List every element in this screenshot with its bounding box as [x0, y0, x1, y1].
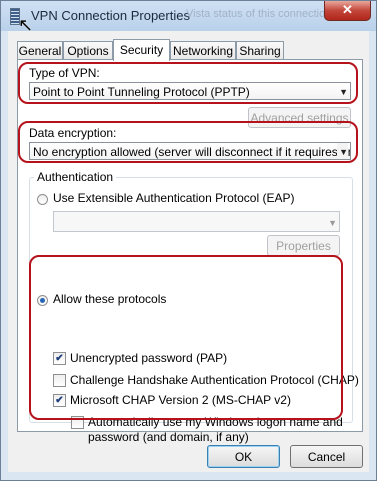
chevron-down-icon: ▼: [339, 87, 348, 97]
eap-radio[interactable]: [37, 194, 48, 205]
allow-protocols-label: Allow these protocols: [53, 292, 167, 306]
vpn-type-dropdown[interactable]: Point to Point Tunneling Protocol (PPTP)…: [29, 82, 351, 100]
chap-checkbox[interactable]: [53, 374, 66, 387]
chevron-down-icon: ▼: [328, 218, 337, 228]
eap-properties-button[interactable]: Properties: [267, 235, 340, 256]
eap-method-dropdown[interactable]: ▼: [53, 211, 340, 232]
pap-label: Unencrypted password (PAP): [70, 351, 228, 365]
chap-label: Challenge Handshake Authentication Proto…: [70, 373, 359, 387]
chevron-down-icon: ▼: [337, 143, 348, 159]
eap-radio-label: Use Extensible Authentication Protocol (…: [53, 191, 295, 205]
tab-options[interactable]: Options: [63, 41, 113, 60]
security-tab-panel: Type of VPN: Point to Point Tunneling Pr…: [17, 59, 363, 444]
authentication-group-title: Authentication: [34, 170, 117, 184]
mschapv2-label: Microsoft CHAP Version 2 (MS-CHAP v2): [70, 393, 291, 407]
check-icon: ✔: [55, 353, 64, 364]
data-encryption-value: No encryption allowed (server will disco…: [33, 145, 351, 159]
data-encryption-dropdown[interactable]: No encryption allowed (server will disco…: [29, 142, 351, 160]
ok-button[interactable]: OK: [207, 445, 280, 468]
tab-security[interactable]: Security: [113, 39, 170, 61]
advanced-settings-button[interactable]: Advanced settings: [248, 107, 351, 128]
auto-logon-label-line2: password (and domain, if any): [88, 430, 249, 444]
close-icon: ✕: [342, 2, 353, 17]
allow-protocols-radio[interactable]: [37, 295, 48, 306]
pap-checkbox[interactable]: ✔: [53, 352, 66, 365]
auto-logon-label-line1: Automatically use my Windows logon name …: [88, 415, 343, 429]
mschapv2-checkbox[interactable]: ✔: [53, 394, 66, 407]
vpn-type-label: Type of VPN:: [29, 66, 100, 80]
tab-general[interactable]: General: [17, 41, 63, 60]
close-button[interactable]: ✕: [324, 1, 371, 21]
dialog-window: VPN Connection Properties ↖ Vista status…: [0, 0, 377, 481]
check-icon: ✔: [55, 395, 64, 406]
dialog-client-area: General Options Security Networking Shar…: [8, 31, 369, 472]
auto-logon-label: Automatically use my Windows logon name …: [88, 415, 343, 445]
background-window-text: Vista status of this connection: [186, 8, 332, 20]
tab-networking[interactable]: Networking: [170, 41, 236, 60]
tab-sharing[interactable]: Sharing: [236, 41, 284, 60]
window-title: VPN Connection Properties: [31, 8, 190, 23]
auto-logon-checkbox[interactable]: [71, 416, 84, 429]
title-bar[interactable]: VPN Connection Properties ↖ Vista status…: [1, 1, 376, 35]
cancel-button[interactable]: Cancel: [290, 445, 363, 468]
data-encryption-label: Data encryption:: [29, 126, 117, 140]
vpn-type-value: Point to Point Tunneling Protocol (PPTP): [33, 85, 250, 99]
